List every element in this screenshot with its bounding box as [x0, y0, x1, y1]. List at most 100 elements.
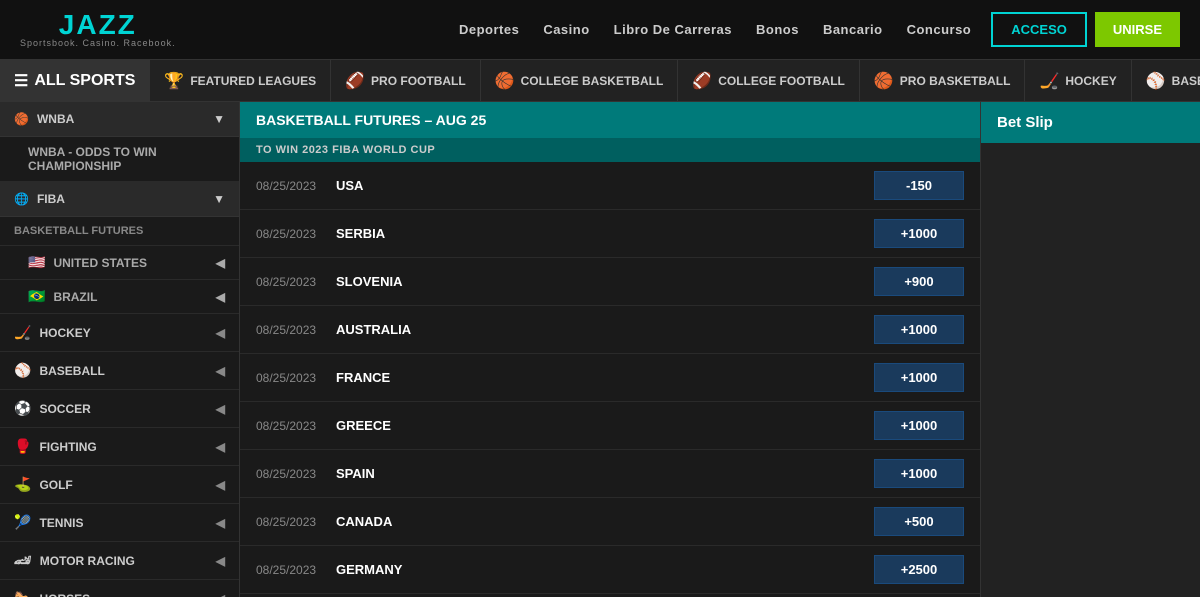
wnba-icon: 🏀: [14, 112, 29, 126]
baseball-chevron: ◀: [216, 364, 225, 378]
horses-label: HORSES: [39, 592, 90, 597]
sidebar-horses[interactable]: 🐎 HORSES ◀: [0, 580, 239, 597]
nav-libro[interactable]: Libro De Carreras: [614, 22, 732, 37]
odds-button[interactable]: +900: [874, 267, 964, 296]
main-nav: Deportes Casino Libro De Carreras Bonos …: [459, 22, 971, 37]
sidebar-fighting[interactable]: 🥊 FIGHTING ◀: [0, 428, 239, 466]
odds-name: SERBIA: [336, 226, 874, 241]
odds-name: SLOVENIA: [336, 274, 874, 289]
odds-button[interactable]: +1000: [874, 459, 964, 488]
odds-button[interactable]: +1000: [874, 411, 964, 440]
unirse-button[interactable]: UNIRSE: [1095, 12, 1180, 47]
basketball-icon-pb: 🏀: [874, 71, 894, 91]
golf-chevron: ◀: [216, 478, 225, 492]
odds-button[interactable]: +500: [874, 507, 964, 536]
nav-bancario[interactable]: Bancario: [823, 22, 883, 37]
tab-featured-leagues[interactable]: 🏆 FEATURED LEAGUES: [149, 60, 330, 101]
table-row: 08/25/2023 CANADA +500: [240, 498, 980, 546]
sidebar-wnba-championship[interactable]: WNBA - ODDS TO WIN CHAMPIONSHIP: [0, 137, 239, 182]
golf-icon: ⛳: [14, 476, 31, 493]
fighting-chevron: ◀: [216, 440, 225, 454]
odds-button[interactable]: +2500: [874, 555, 964, 584]
tab-hockey-label: HOCKEY: [1065, 74, 1116, 88]
sidebar-united-states[interactable]: 🇺🇸 UNITED STATES ◀: [0, 246, 239, 280]
odds-button[interactable]: +1000: [874, 315, 964, 344]
nav-concurso[interactable]: Concurso: [907, 22, 972, 37]
table-row: 08/25/2023 GERMANY +2500: [240, 546, 980, 594]
odds-name: FRANCE: [336, 370, 874, 385]
odds-date: 08/25/2023: [256, 467, 336, 481]
sidebar-baseball[interactable]: ⚾ BASEBALL ◀: [0, 352, 239, 390]
tab-hockey[interactable]: 🏒 HOCKEY: [1024, 60, 1130, 101]
content-header: BASKETBALL FUTURES – Aug 25: [240, 102, 980, 138]
table-row: 08/25/2023 GREECE +1000: [240, 402, 980, 450]
soccer-icon: ⚽: [14, 400, 31, 417]
tab-pro-basketball[interactable]: 🏀 PRO BASKETBALL: [859, 60, 1025, 101]
fiba-label: FIBA: [37, 192, 65, 206]
sidebar-wnba-header[interactable]: 🏀 WNBA ▼: [0, 102, 239, 137]
sidebar: 🏀 WNBA ▼ WNBA - ODDS TO WIN CHAMPIONSHIP…: [0, 102, 240, 597]
tab-pro-football-label: PRO FOOTBALL: [371, 74, 466, 88]
football-icon: 🏈: [345, 71, 365, 91]
soccer-chevron: ◀: [216, 402, 225, 416]
wnba-championship-label: WNBA - ODDS TO WIN CHAMPIONSHIP: [28, 145, 225, 173]
odds-date: 08/25/2023: [256, 515, 336, 529]
sidebar-brazil[interactable]: 🇧🇷 BRAZIL ◀: [0, 280, 239, 314]
nav-casino[interactable]: Casino: [543, 22, 589, 37]
sports-nav: ☰ ALL SPORTS 🏆 FEATURED LEAGUES 🏈 PRO FO…: [0, 60, 1200, 102]
odds-date: 08/25/2023: [256, 227, 336, 241]
brazil-label: BRAZIL: [53, 290, 97, 304]
sidebar-fiba-header[interactable]: 🌐 FIBA ▼: [0, 182, 239, 217]
odds-name: GERMANY: [336, 562, 874, 577]
motor-racing-icon: 🏎: [14, 552, 32, 569]
table-row: 08/25/2023 SERBIA +1000: [240, 210, 980, 258]
odds-button[interactable]: -150: [874, 171, 964, 200]
table-row: 08/25/2023 FRANCE +1000: [240, 354, 980, 402]
horses-icon: 🐎: [14, 590, 31, 597]
odds-date: 08/25/2023: [256, 563, 336, 577]
sidebar-category-futures: BASKETBALL FUTURES: [0, 217, 239, 246]
motor-racing-chevron: ◀: [216, 554, 225, 568]
wnba-chevron: ▼: [213, 112, 225, 126]
hockey-icon: 🏒: [14, 324, 31, 341]
fighting-label: FIGHTING: [39, 440, 96, 454]
tennis-chevron: ◀: [216, 516, 225, 530]
basketball-icon-cb: 🏀: [495, 71, 515, 91]
sidebar-tennis[interactable]: 🎾 TENNIS ◀: [0, 504, 239, 542]
horses-chevron: ◀: [216, 592, 225, 597]
tab-college-football[interactable]: 🏈 COLLEGE FOOTBALL: [677, 60, 859, 101]
nav-bonos[interactable]: Bonos: [756, 22, 799, 37]
content-subheader: TO WIN 2023 FIBA WORLD CUP: [240, 138, 980, 162]
table-row: 08/25/2023 USA -150: [240, 162, 980, 210]
hockey-label: HOCKEY: [39, 326, 90, 340]
bet-slip-header: Bet Slip: [981, 102, 1200, 143]
odds-name: GREECE: [336, 418, 874, 433]
tab-pro-football[interactable]: 🏈 PRO FOOTBALL: [330, 60, 480, 101]
fiba-chevron: ▼: [213, 192, 225, 206]
sidebar-soccer[interactable]: ⚽ SOCCER ◀: [0, 390, 239, 428]
nav-deportes[interactable]: Deportes: [459, 22, 519, 37]
sidebar-hockey[interactable]: 🏒 HOCKEY ◀: [0, 314, 239, 352]
tab-baseball[interactable]: ⚾ BASEBALL: [1131, 60, 1200, 101]
table-row: 08/25/2023 AUSTRALIA +1000: [240, 306, 980, 354]
sidebar-golf[interactable]: ⛳ GOLF ◀: [0, 466, 239, 504]
odds-button[interactable]: +1000: [874, 219, 964, 248]
golf-label: GOLF: [39, 478, 72, 492]
trophy-icon: 🏆: [164, 71, 184, 91]
hockey-icon-tab: 🏒: [1039, 71, 1059, 91]
acceso-button[interactable]: ACCESO: [991, 12, 1087, 47]
odds-name: AUSTRALIA: [336, 322, 874, 337]
tab-college-basketball[interactable]: 🏀 COLLEGE BASKETBALL: [480, 60, 678, 101]
tennis-icon: 🎾: [14, 514, 31, 531]
fighting-icon: 🥊: [14, 438, 31, 455]
all-sports-label: ALL SPORTS: [34, 72, 135, 90]
odds-list: 08/25/2023 USA -150 08/25/2023 SERBIA +1…: [240, 162, 980, 597]
baseball-icon: ⚾: [14, 362, 31, 379]
brazil-chevron: ◀: [216, 290, 225, 304]
odds-button[interactable]: +1000: [874, 363, 964, 392]
sidebar-motor-racing[interactable]: 🏎 MOTOR RACING ◀: [0, 542, 239, 580]
odds-date: 08/25/2023: [256, 275, 336, 289]
motor-racing-label: MOTOR RACING: [40, 554, 135, 568]
all-sports-button[interactable]: ☰ ALL SPORTS: [0, 60, 149, 101]
united-states-chevron: ◀: [216, 256, 225, 270]
